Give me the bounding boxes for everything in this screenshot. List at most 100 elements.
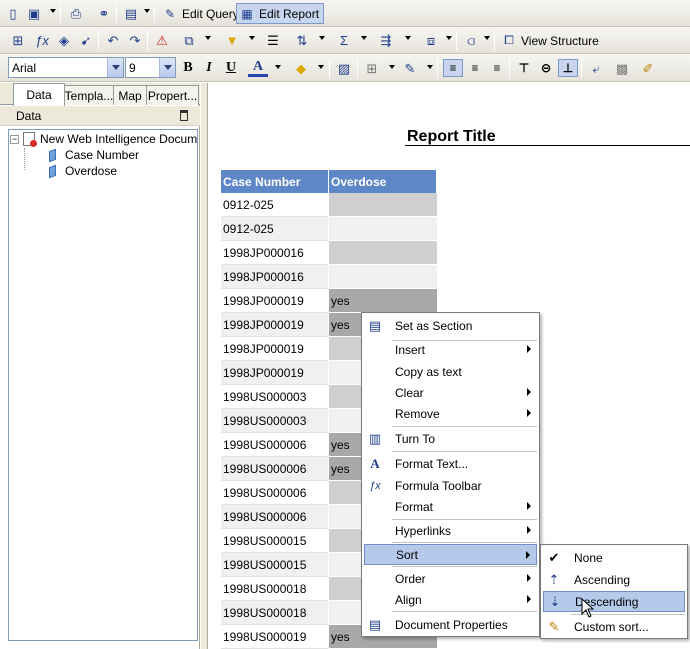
cell-overdose[interactable] [329,241,437,265]
filter-icon[interactable]: ▼ [222,31,242,50]
formula-fx-icon[interactable]: ƒx [32,31,52,50]
format-painter-icon[interactable]: ✐ [638,59,658,78]
alert-icon[interactable]: ⚠ [152,31,172,50]
sort-option-ascending[interactable]: ⇡ Ascending [543,569,685,590]
borders-icon[interactable]: ⊞ [362,59,382,78]
underline-button[interactable]: U [221,59,241,77]
cell-case-number[interactable]: 1998JP000019 [221,337,329,361]
cell-case-number[interactable]: 1998JP000016 [221,241,329,265]
align-right-button[interactable]: ≡ [487,59,507,77]
table-row[interactable]: 1998JP000019 yes [221,289,437,313]
border-color-icon[interactable]: ✎ [400,59,420,78]
cell-case-number[interactable]: 1998US000018 [221,601,329,625]
font-family-select[interactable]: Arial [8,57,124,78]
order-dropdown-arrow[interactable] [446,36,452,40]
cell-case-number[interactable]: 1998US000006 [221,481,329,505]
order-icon[interactable]: ⧈ [421,31,441,50]
edit-query-button[interactable]: ✎ Edit Query [160,3,243,24]
sort-option-none[interactable]: ✔ None [543,547,685,568]
sort-option-custom[interactable]: ✎ Custom sort... [543,616,685,637]
menu-item-format[interactable]: Format [364,496,537,517]
breaks-icon[interactable]: ⧉ [179,31,199,50]
save-dropdown-arrow[interactable] [50,9,56,13]
background-image-icon[interactable]: ▨ [334,59,354,78]
fill-color-dropdown-arrow[interactable] [318,65,324,69]
variable-icon[interactable]: ◈ [54,31,74,50]
cell-overdose[interactable]: yes [329,289,437,313]
edit-report-button[interactable]: ▦ Edit Report [236,3,325,24]
table-row[interactable]: 0912-025 [221,217,437,241]
menu-item-formula-toolbar[interactable]: ƒx Formula Toolbar [364,475,537,496]
font-size-dropdown-arrow[interactable] [159,58,175,77]
cell-case-number[interactable]: 1998US000003 [221,385,329,409]
borders-dropdown-arrow[interactable] [389,65,395,69]
calculation-dropdown-arrow[interactable] [361,36,367,40]
ranking-icon[interactable]: ☰ [263,31,283,50]
menu-item-format-text[interactable]: A Format Text... [364,453,537,474]
menu-item-insert[interactable]: Insert [364,339,537,360]
cell-case-number[interactable]: 0912-025 [221,193,329,217]
font-color-dropdown-arrow[interactable] [275,65,281,69]
tab-map[interactable]: Map [113,85,147,105]
cell-case-number[interactable]: 1998JP000019 [221,361,329,385]
align-center-button[interactable]: ≡ [465,59,485,77]
cell-case-number[interactable]: 1998US000018 [221,577,329,601]
menu-item-align[interactable]: Align [364,589,537,610]
italic-button[interactable]: I [199,59,219,77]
menu-item-document-properties[interactable]: ▤ Document Properties [364,614,537,635]
font-family-dropdown-arrow[interactable] [107,58,123,77]
pin-icon[interactable] [180,110,188,121]
header-case-number[interactable]: Case Number [221,170,329,193]
align-left-button[interactable]: ≡ [443,59,463,77]
report-title[interactable]: Report Title [407,128,496,146]
tree-root-node[interactable]: − New Web Intelligence Document [10,132,197,147]
tab-templates[interactable]: Templa... [64,85,114,105]
redo-icon[interactable]: ↷ [125,31,145,50]
cell-case-number[interactable]: 1998US000006 [221,505,329,529]
wrap-text-icon[interactable]: ⤶ [586,59,606,78]
menu-item-set-as-section[interactable]: ▤ Set as Section [364,315,537,336]
menu-item-clear[interactable]: Clear [364,382,537,403]
align-dropdown-arrow[interactable] [484,36,490,40]
save-icon[interactable]: ▣ [24,4,44,23]
table-row[interactable]: 1998JP000016 [221,241,437,265]
new-document-icon[interactable]: ▯ [3,4,23,23]
find-icon[interactable]: ⚭ [94,4,114,23]
calculation-icon[interactable]: Σ [334,31,354,50]
cell-case-number[interactable]: 1998US000006 [221,433,329,457]
cell-overdose[interactable] [329,193,437,217]
menu-item-sort[interactable]: Sort [364,544,537,565]
menu-item-copy-as-text[interactable]: Copy as text [364,361,537,382]
cell-case-number[interactable]: 1998JP000019 [221,313,329,337]
cell-case-number[interactable]: 1998JP000016 [221,265,329,289]
sort-option-descending[interactable]: ⇣ Descending [543,591,685,612]
cell-case-number[interactable]: 1998US000015 [221,529,329,553]
cell-overdose[interactable] [329,265,437,289]
drill-icon[interactable]: ➹ [76,31,96,50]
outline-dropdown-arrow[interactable] [405,36,411,40]
cell-case-number[interactable]: 1998JP000019 [221,289,329,313]
fill-color-icon[interactable]: ◆ [291,59,311,78]
undo-icon[interactable]: ↶ [103,31,123,50]
breaks-dropdown-arrow[interactable] [205,36,211,40]
tree-item-case-number[interactable]: Case Number [49,148,139,162]
filter-dropdown-arrow[interactable] [249,36,255,40]
outline-icon[interactable]: ⇶ [376,31,396,50]
header-overdose[interactable]: Overdose [329,170,437,193]
cell-overdose[interactable] [329,217,437,241]
table-row[interactable]: 1998JP000016 [221,265,437,289]
collapse-icon[interactable]: − [10,134,19,144]
border-color-dropdown-arrow[interactable] [427,65,433,69]
menu-item-order[interactable]: Order [364,568,537,589]
table-row[interactable]: 0912-025 [221,193,437,217]
font-size-select[interactable]: 9 [125,57,176,78]
align-top-button[interactable]: ⊤ [514,59,534,77]
menu-item-hyperlinks[interactable]: Hyperlinks [364,520,537,541]
bold-button[interactable]: B [178,59,198,77]
align-icon[interactable]: ⫏ [461,31,481,50]
insert-cell-icon[interactable]: ⊞ [8,31,28,50]
menu-item-remove[interactable]: Remove [364,403,537,424]
font-color-button[interactable]: A [248,59,268,77]
view-mode-dropdown-arrow[interactable] [144,9,150,13]
tab-properties[interactable]: Propert... [146,85,199,105]
